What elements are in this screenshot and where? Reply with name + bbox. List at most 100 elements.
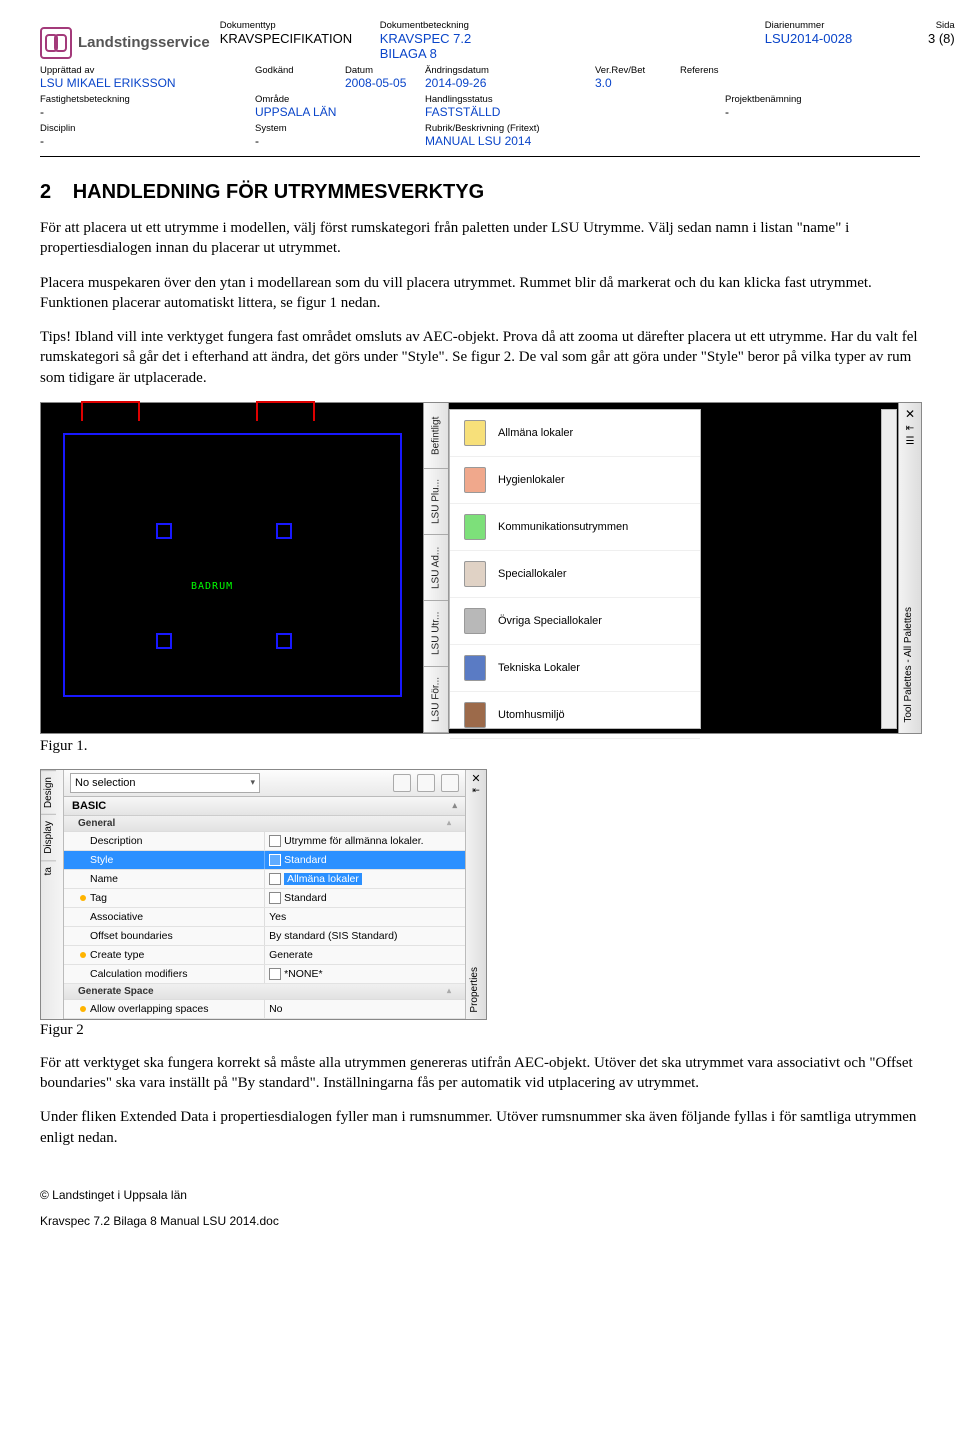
toolbar-icon[interactable] xyxy=(393,774,411,792)
palette-scrollbar[interactable] xyxy=(881,409,897,729)
properties-tab[interactable]: ta xyxy=(41,860,56,881)
property-key: Create type xyxy=(90,949,254,961)
pin-icon[interactable]: ⇤ xyxy=(899,423,921,434)
cad-room-outline xyxy=(63,433,402,697)
property-value[interactable]: No xyxy=(264,1000,461,1018)
property-value[interactable]: Utrymme för allmänna lokaler. xyxy=(264,832,461,850)
disc-label: Disciplin xyxy=(40,123,255,134)
property-value[interactable]: Allmäna lokaler xyxy=(264,870,461,888)
palette-item[interactable]: Speciallokaler xyxy=(450,551,700,598)
ref-label: Referens xyxy=(680,65,810,76)
proj-value: - xyxy=(725,105,895,119)
property-row[interactable]: Offset boundaries By standard (SIS Standa… xyxy=(64,927,465,946)
cad-handle-icon[interactable] xyxy=(276,523,292,539)
andr-value: 2014-09-26 xyxy=(425,76,595,90)
property-key: Tag xyxy=(90,892,254,904)
value-icon xyxy=(269,968,281,980)
property-value[interactable]: Standard xyxy=(264,851,461,869)
logo-text: Landstingsservice xyxy=(78,34,210,51)
color-swatch-icon xyxy=(464,561,486,587)
datum-label: Datum xyxy=(345,65,425,76)
palette-item[interactable]: Övriga Speciallokaler xyxy=(450,598,700,645)
dokbet-value: KRAVSPEC 7.2 BILAGA 8 xyxy=(380,31,510,61)
doktyp-label: Dokumenttyp xyxy=(220,20,380,31)
close-icon[interactable]: ✕ xyxy=(899,403,921,421)
subcategory-general[interactable]: General xyxy=(64,816,465,832)
properties-tab[interactable]: Design xyxy=(41,770,56,814)
uppr-label: Upprättad av xyxy=(40,65,255,76)
color-swatch-icon xyxy=(464,467,486,493)
selection-dropdown[interactable]: No selection xyxy=(70,773,260,793)
properties-right-bar: ✕ ⇤ Properties xyxy=(465,770,486,1019)
property-row[interactable]: Tag Standard xyxy=(64,889,465,908)
property-value[interactable]: Standard xyxy=(264,889,461,907)
marker-icon xyxy=(80,952,86,958)
palette-tab[interactable]: Befintligt xyxy=(424,403,448,469)
value-icon xyxy=(269,892,281,904)
palette-item-label: Kommunikationsutrymmen xyxy=(498,521,628,533)
palette-item[interactable]: Tekniska Lokaler xyxy=(450,645,700,692)
cad-viewport[interactable]: BADRUM xyxy=(41,403,421,733)
category-basic[interactable]: BASIC xyxy=(64,797,465,816)
property-row[interactable]: Allow overlapping spaces No xyxy=(64,1000,465,1019)
subcategory-generate-space[interactable]: Generate Space xyxy=(64,984,465,1000)
property-row[interactable]: Create type Generate xyxy=(64,946,465,965)
ver-label: Ver.Rev/Bet xyxy=(595,65,680,76)
property-value[interactable]: *NONE* xyxy=(264,965,461,983)
properties-main: No selection BASIC General DescriptionUt… xyxy=(64,770,465,1019)
palette-item-label: Hygienlokaler xyxy=(498,474,565,486)
cad-handle-icon[interactable] xyxy=(276,633,292,649)
pin-icon[interactable]: ⇤ xyxy=(466,785,486,796)
palette-tab[interactable]: LSU Plu... xyxy=(424,469,448,535)
selection-value: No selection xyxy=(75,777,136,789)
property-row[interactable]: DescriptionUtrymme för allmänna lokaler. xyxy=(64,832,465,851)
para-1: För att placera ut ett utrymme i modelle… xyxy=(40,218,920,259)
cad-handle-icon[interactable] xyxy=(156,633,172,649)
palette-item[interactable]: Hygienlokaler xyxy=(450,457,700,504)
para-3: Tips! Ibland vill inte verktyget fungera… xyxy=(40,327,920,388)
para-4: För att verktyget ska fungera korrekt så… xyxy=(40,1053,920,1094)
property-row[interactable]: Calculation modifiers*NONE* xyxy=(64,965,465,984)
toolbar-icon[interactable] xyxy=(441,774,459,792)
property-row[interactable]: Associative Yes xyxy=(64,908,465,927)
menu-icon[interactable]: ☰ xyxy=(899,436,921,447)
omr-value: UPPSALA LÄN xyxy=(255,105,425,119)
properties-tab[interactable]: Display xyxy=(41,814,56,860)
logo-icon xyxy=(40,27,72,59)
omr-label: Område xyxy=(255,94,425,105)
property-key: Associative xyxy=(90,911,254,923)
palette-tab[interactable]: LSU För... xyxy=(424,667,448,733)
proj-label: Projektbenämning xyxy=(725,94,895,105)
palette-item-label: Allmäna lokaler xyxy=(498,427,573,439)
toolbar-icon[interactable] xyxy=(417,774,435,792)
value-icon xyxy=(269,835,281,847)
property-value[interactable]: Generate xyxy=(264,946,461,964)
property-key: Offset boundaries xyxy=(90,930,254,942)
color-swatch-icon xyxy=(464,655,486,681)
color-swatch-icon xyxy=(464,608,486,634)
palette-item[interactable]: Utomhusmiljö xyxy=(450,692,700,739)
property-key: Style xyxy=(90,854,254,866)
cad-handle-icon[interactable] xyxy=(156,523,172,539)
palette-item[interactable]: Kommunikationsutrymmen xyxy=(450,504,700,551)
property-row[interactable]: Style Standard xyxy=(64,851,465,870)
figure-1-screenshot: BADRUM BefintligtLSU Plu...LSU Ad...LSU … xyxy=(40,402,922,734)
section-title: HANDLEDNING FÖR UTRYMMESVERKTYG xyxy=(73,181,484,203)
close-icon[interactable]: ✕ xyxy=(466,770,486,785)
palette-tab[interactable]: LSU Utr... xyxy=(424,601,448,667)
marker-icon xyxy=(80,1006,86,1012)
palette-sidebar: ✕ ⇤ ☰ Tool Palettes - All Palettes xyxy=(898,403,921,733)
para-5: Under fliken Extended Data i propertiesd… xyxy=(40,1107,920,1148)
property-value[interactable]: By standard (SIS Standard) xyxy=(264,927,461,945)
footer-filename: Kravspec 7.2 Bilaga 8 Manual LSU 2014.do… xyxy=(40,1214,920,1228)
palette-item[interactable]: Allmäna lokaler xyxy=(450,410,700,457)
ver-value: 3.0 xyxy=(595,76,680,90)
color-swatch-icon xyxy=(464,420,486,446)
palette-item-label: Utomhusmiljö xyxy=(498,709,565,721)
figure-2-caption: Figur 2 xyxy=(40,1022,920,1039)
property-row[interactable]: NameAllmäna lokaler xyxy=(64,870,465,889)
palette-tab[interactable]: LSU Ad... xyxy=(424,535,448,601)
rubr-label: Rubrik/Beskrivning (Fritext) xyxy=(425,123,725,134)
tool-palette: Allmäna lokaler Hygienlokaler Kommunikatio… xyxy=(449,409,701,729)
property-value[interactable]: Yes xyxy=(264,908,461,926)
